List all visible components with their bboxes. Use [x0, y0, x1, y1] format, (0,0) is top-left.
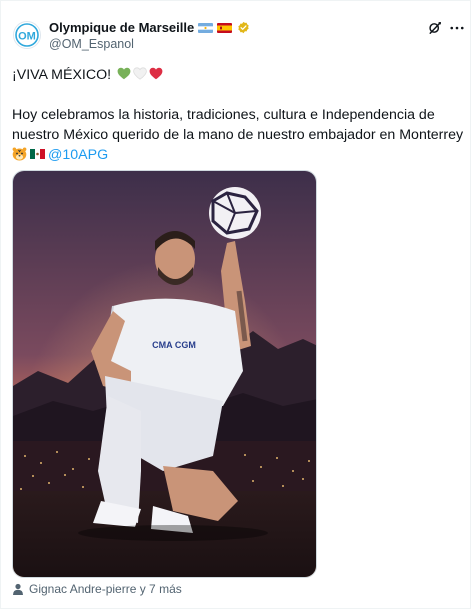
tagged-people[interactable]: Gignac Andre-pierre y 7 más	[12, 582, 182, 596]
tweet-line-1: ¡VIVA MÉXICO!	[12, 65, 464, 85]
white-heart-icon	[133, 67, 147, 80]
red-heart-icon	[149, 67, 163, 80]
player-photo: CMA CGM OM	[13, 171, 316, 577]
more-options-button[interactable]	[449, 18, 465, 38]
tweet-card: OM Olympique de Marseille @OM_Espanol ¡V…	[0, 0, 471, 609]
tweet-line-2: Hoy celebramos la historia, tradiciones,…	[12, 107, 435, 123]
tweet-line-4: @10APG	[12, 145, 464, 165]
more-horizontal-icon	[450, 26, 464, 30]
tweet-text: ¡VIVA MÉXICO! Hoy celebramos la historia…	[12, 65, 464, 165]
om-logo-icon: OM	[14, 22, 40, 48]
person-icon	[13, 583, 23, 595]
svg-text:OM: OM	[18, 31, 36, 43]
mexico-flag-icon	[30, 147, 45, 161]
tweet-media-image[interactable]: CMA CGM OM	[12, 170, 317, 578]
tiger-face-icon	[12, 147, 27, 161]
jersey-sponsor: CMA CGM	[152, 340, 196, 350]
grok-icon	[429, 22, 441, 34]
spain-flag-icon	[217, 22, 233, 33]
avatar[interactable]: OM	[13, 21, 41, 49]
tagged-people-label: Gignac Andre-pierre y 7 más	[29, 582, 182, 596]
tweet-line-3: nuestro México querido de la mano de nue…	[12, 127, 464, 143]
green-heart-icon	[117, 67, 131, 80]
mention-link[interactable]: @10APG	[48, 147, 108, 163]
verified-badge-icon	[238, 21, 249, 34]
grok-button[interactable]	[425, 18, 445, 38]
account-name-row: Olympique de Marseille	[49, 20, 250, 35]
display-name[interactable]: Olympique de Marseille	[49, 20, 194, 35]
tweet-headline: ¡VIVA MÉXICO!	[12, 67, 112, 83]
account-handle[interactable]: @OM_Espanol	[49, 37, 134, 51]
argentina-flag-icon	[198, 22, 214, 33]
